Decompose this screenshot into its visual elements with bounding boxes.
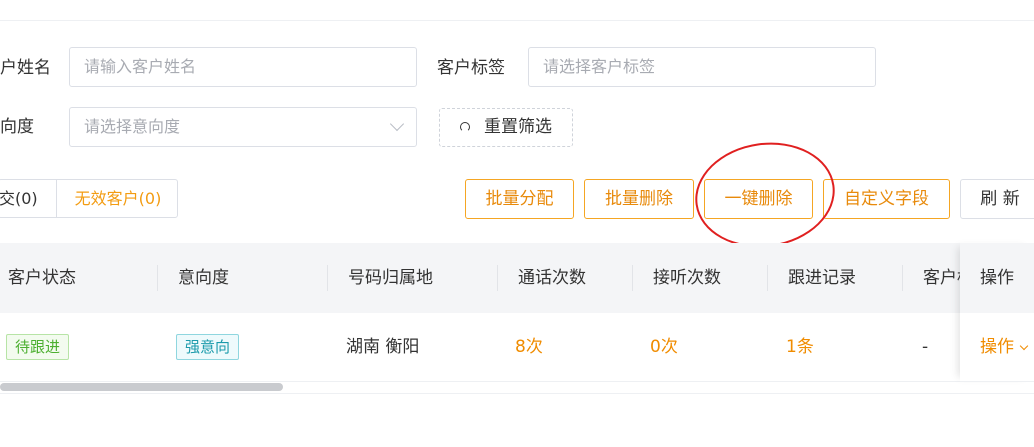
customer-name-placeholder: 请输入客户姓名 — [84, 57, 197, 76]
customer-tags-cell: - — [922, 337, 929, 357]
intent-badge: 强意向 — [176, 334, 240, 360]
batch-delete-button[interactable]: 批量删除 — [584, 179, 694, 219]
header-divider — [632, 265, 633, 291]
customer-tag-placeholder: 请选择客户标签 — [543, 57, 656, 76]
customer-tag-label: 客户标签 — [437, 58, 505, 78]
table-header: 客户状态 意向度 号码归属地 通话次数 接听次数 跟进记录 客户标 — [0, 243, 1034, 313]
batch-assign-button[interactable]: 批量分配 — [465, 179, 574, 219]
top-divider — [0, 20, 1034, 21]
col-followup-records: 跟进记录 — [788, 268, 856, 288]
bottom-divider — [0, 393, 1034, 394]
call-count-cell[interactable]: 8次 — [515, 313, 543, 381]
chevron-down-icon — [389, 116, 405, 132]
header-divider — [497, 265, 498, 291]
refresh-button[interactable]: 刷 新 — [960, 179, 1034, 219]
tab-invalid-customers[interactable]: 无效客户(0) — [57, 180, 178, 217]
status-badge: 待跟进 — [6, 334, 70, 360]
intent-select[interactable]: 请选择意向度 — [69, 107, 417, 147]
col-intent: 意向度 — [178, 268, 229, 288]
chevron-down-icon[interactable] — [1019, 341, 1029, 351]
header-divider — [767, 265, 768, 291]
tab-deal[interactable]: 交(0) — [0, 180, 57, 217]
action-cell: 操作 — [960, 313, 1034, 382]
number-location-cell: 湖南 衡阳 — [346, 337, 420, 357]
reset-filter-button[interactable]: 重置筛选 — [439, 108, 573, 147]
customer-name-label: 户姓名 — [0, 58, 51, 78]
col-actions: 操作 — [980, 268, 1014, 288]
followup-records-cell[interactable]: 1条 — [786, 313, 814, 381]
fixed-action-column: 操作 操作 — [960, 243, 1034, 382]
customer-tag-select[interactable]: 请选择客户标签 — [528, 47, 876, 87]
customer-tabs: 交(0) 无效客户(0) — [0, 179, 179, 218]
action-dropdown[interactable]: 操作 — [980, 313, 1014, 381]
action-header-cell: 操作 — [960, 243, 1034, 313]
header-divider — [327, 265, 328, 291]
col-number-location: 号码归属地 — [348, 268, 433, 288]
table-row: 待跟进 强意向 湖南 衡阳 8次 0次 1条 - — [0, 313, 1034, 382]
reset-icon — [460, 122, 470, 132]
header-divider — [157, 265, 158, 291]
custom-fields-button[interactable]: 自定义字段 — [823, 179, 950, 219]
col-customer-tags: 客户标 — [923, 268, 960, 288]
col-answer-count: 接听次数 — [653, 268, 721, 288]
horizontal-scrollbar[interactable] — [0, 383, 283, 391]
customer-name-input[interactable]: 请输入客户姓名 — [69, 47, 417, 87]
intent-label: 向度 — [0, 117, 34, 137]
answer-count-cell[interactable]: 0次 — [650, 313, 678, 381]
col-call-count: 通话次数 — [518, 268, 586, 288]
intent-placeholder: 请选择意向度 — [84, 117, 181, 136]
reset-filter-label: 重置筛选 — [484, 117, 552, 137]
header-divider — [902, 265, 903, 291]
col-customer-status: 客户状态 — [8, 268, 76, 288]
annotation-circle — [688, 133, 842, 257]
